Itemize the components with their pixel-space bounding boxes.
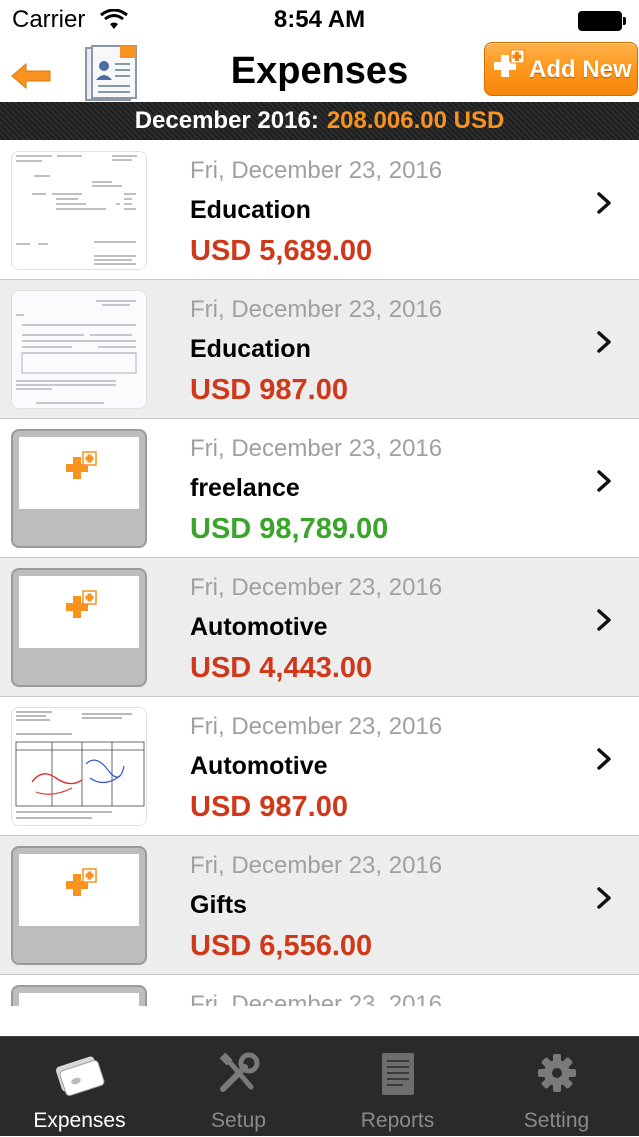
add-new-button[interactable]: Add New (484, 42, 638, 96)
tab-reports[interactable]: Reports (318, 1037, 477, 1137)
expense-category: Gifts (190, 891, 247, 919)
receipt-image (12, 152, 146, 269)
chevron-right-icon (597, 887, 611, 909)
expense-category: Automotive (190, 613, 328, 641)
chevron-right-icon (597, 192, 611, 214)
summary-month: December 2016: (134, 107, 319, 134)
expense-amount: USD 987.00 (190, 791, 348, 823)
expense-row[interactable]: Fri, December 23, 2016 freelance USD 98,… (0, 419, 639, 558)
tab-expenses-label: Expenses (33, 1109, 126, 1132)
report-icon (381, 1053, 414, 1095)
expense-date: Fri, December 23, 2016 (190, 713, 443, 740)
chevron-right-icon (597, 331, 611, 353)
add-photo-thumbnail[interactable] (11, 846, 147, 965)
add-photo-thumbnail[interactable] (11, 568, 147, 687)
expense-amount: USD 6,556.00 (190, 930, 373, 962)
chevron-right-icon (597, 609, 611, 631)
add-photo-thumbnail[interactable] (11, 429, 147, 548)
expense-category: Education (190, 196, 311, 224)
receipt-thumbnail[interactable] (11, 707, 147, 826)
status-bar: Carrier 8:54 AM (0, 0, 639, 40)
expense-date: Fri, December 23, 2016 (190, 574, 443, 601)
add-new-label: Add New (529, 56, 632, 83)
receipt-image (12, 708, 146, 825)
expense-amount: USD 5,689.00 (190, 235, 373, 267)
tab-setting[interactable]: Setting (477, 1037, 636, 1137)
gear-icon (537, 1054, 576, 1092)
expense-amount: USD 4,443.00 (190, 652, 373, 684)
expense-date: Fri, December 23, 2016 (190, 296, 443, 323)
expense-amount: USD 987.00 (190, 374, 348, 406)
tab-expenses[interactable]: Expenses (0, 1037, 159, 1137)
receipt-image (12, 291, 146, 408)
expense-row[interactable]: Fri, December 23, 2016 Automotive USD 98… (0, 697, 639, 836)
chevron-right-icon (597, 470, 611, 492)
expense-category: Education (190, 335, 311, 363)
tab-setup-label: Setup (211, 1109, 266, 1132)
month-summary-bar: December 2016: 208.006.00 USD (0, 102, 639, 140)
expense-amount: USD 98,789.00 (190, 513, 389, 545)
expense-row[interactable]: Fri, December 23, 2016 Gifts USD 6,556.0… (0, 836, 639, 975)
status-time: 8:54 AM (273, 6, 366, 33)
tab-setting-label: Setting (523, 1109, 590, 1132)
battery-icon (578, 11, 626, 31)
receipt-thumbnail[interactable] (11, 151, 147, 270)
expense-category: freelance (190, 474, 300, 502)
tab-bar: Expenses Setup Reports Setting (0, 1036, 639, 1136)
add-photo-icon (66, 590, 97, 618)
receipt-thumbnail[interactable] (11, 290, 147, 409)
tab-reports-label: Reports (360, 1109, 435, 1132)
cards-icon (55, 1056, 104, 1097)
expense-row[interactable]: Fri, December 23, 2016 Automotive USD 4,… (0, 558, 639, 697)
nav-bar: Expenses Add New (0, 40, 639, 102)
expense-row[interactable]: Fri, December 23, 2016 Education USD 987… (0, 280, 639, 419)
add-photo-thumbnail[interactable] (11, 985, 147, 1006)
add-photo-icon (66, 451, 97, 479)
add-plus-icon (494, 49, 525, 77)
expense-date: Fri, December 23, 2016 (190, 852, 443, 879)
expense-row[interactable]: Fri, December 23, 2016 (0, 975, 639, 1006)
expense-row[interactable]: Fri, December 23, 2016 Education USD 5,6… (0, 141, 639, 280)
tab-setup[interactable]: Setup (159, 1037, 318, 1137)
expense-date: Fri, December 23, 2016 (190, 991, 443, 1006)
add-photo-icon (66, 868, 97, 896)
tools-icon (219, 1052, 259, 1092)
expense-list[interactable]: Fri, December 23, 2016 Education USD 5,6… (0, 141, 639, 1006)
summary-total: 208.006.00 USD (326, 107, 505, 134)
expense-category: Automotive (190, 752, 328, 780)
expense-date: Fri, December 23, 2016 (190, 435, 443, 462)
expense-date: Fri, December 23, 2016 (190, 157, 443, 184)
chevron-right-icon (597, 748, 611, 770)
